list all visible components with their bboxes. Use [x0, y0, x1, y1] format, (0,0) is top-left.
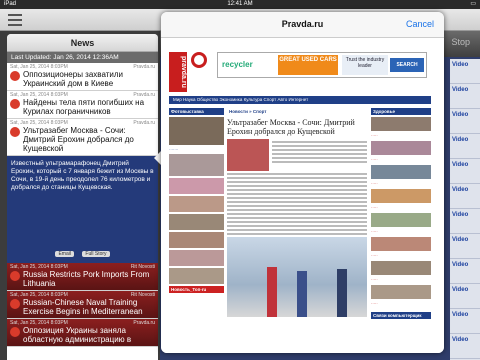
item-title: Russia Restricts Pork Imports From Lithu… [23, 270, 150, 288]
source-icon [10, 271, 20, 281]
video-item[interactable]: Video [450, 259, 480, 284]
logo-mark-icon [191, 52, 207, 68]
full-story-button[interactable]: Full Story [82, 251, 110, 257]
battery-icon: ▭ [470, 1, 476, 7]
right-column: Здоровье ····· ····· ····· ····· ····· ·… [371, 108, 431, 353]
video-item[interactable]: Video [450, 109, 480, 134]
source-icon [10, 327, 20, 337]
photo-thumb[interactable] [169, 154, 224, 176]
photo-thumb[interactable] [169, 178, 224, 194]
left-column: Фотовыставка ······· Новость_Топ-ru [169, 108, 224, 353]
ad-tagline: Trust the industry leader [342, 55, 388, 75]
email-button[interactable]: Email [55, 251, 74, 257]
thumb[interactable] [371, 165, 431, 179]
thumb[interactable] [371, 141, 431, 155]
item-summary: Известный ультрамарафонец Дмитрий Ерохин… [7, 156, 158, 242]
source-icon [10, 127, 20, 137]
thumb[interactable] [371, 117, 431, 131]
news-panel: News Last Updated: Jan 26, 2014 12:36AM … [7, 34, 158, 360]
video-list: Video Video Video Video Video Video Vide… [450, 59, 480, 360]
status-time: 12:41 AM [227, 1, 253, 7]
popover-header: Pravda.ru Cancel [161, 12, 444, 38]
source-icon [10, 299, 20, 309]
video-item[interactable]: Video [450, 159, 480, 184]
photo-caption: ······· [169, 147, 179, 152]
cancel-button[interactable]: Cancel [406, 19, 434, 29]
thumb[interactable] [371, 261, 431, 275]
section-heading: Здоровье [371, 108, 431, 115]
web-view[interactable]: pravda.ru recycler GREAT USED CARS Trust… [161, 38, 444, 353]
site-logo[interactable]: pravda.ru [169, 52, 187, 92]
video-item[interactable]: Video [450, 234, 480, 259]
status-bar: iPad 12:41 AM ▭ [0, 0, 480, 9]
section-heading: Фотовыставка [169, 108, 224, 115]
ad-headline: GREAT USED CARS [278, 55, 338, 75]
list-item[interactable]: Sat, Jan 25, 2014 8:03PM Pravda.ru Оппози… [7, 63, 158, 91]
item-title: Оппозиция Украины заняла областную админ… [23, 326, 132, 344]
source-icon [10, 71, 20, 81]
item-title: Russian-Chinese Naval Training Exercise … [23, 298, 143, 316]
article-column: Новости » Спорт Ультразабег Москва - Соч… [227, 108, 367, 353]
photo-thumb[interactable] [169, 268, 224, 284]
video-item[interactable]: Video [450, 134, 480, 159]
ad-banner[interactable]: recycler GREAT USED CARS Trust the indus… [217, 52, 427, 78]
last-updated: Last Updated: Jan 26, 2014 12:36AM [7, 52, 158, 63]
popover-title: Pravda.ru [281, 19, 324, 29]
site-nav[interactable]: Мир Наука Общество Экономика Культура Сп… [169, 96, 431, 104]
photo-thumb[interactable] [169, 232, 224, 248]
site-banner: pravda.ru recycler GREAT USED CARS Trust… [169, 52, 431, 92]
menu-icon[interactable] [8, 14, 22, 26]
source-icon [10, 99, 20, 109]
item-title: Найдены тела пяти погибших на Курилах по… [23, 98, 145, 116]
item-title: Оппозиционеры захватили Украинский дом в… [23, 70, 123, 88]
thumb[interactable] [371, 189, 431, 203]
video-item[interactable]: Video [450, 284, 480, 309]
section-heading: Новости » Спорт [227, 108, 367, 115]
section-heading: Связи компьютерщик [371, 312, 431, 319]
list-item[interactable]: Sat, Jan 25, 2014 8:03PM Rit Novosti Russ… [7, 291, 158, 319]
news-header: News [7, 34, 158, 52]
list-item[interactable]: Sat, Jan 25, 2014 8:03PM Pravda.ru Найден… [7, 91, 158, 119]
video-item[interactable]: Video [450, 209, 480, 234]
video-item[interactable]: Video [450, 84, 480, 109]
photo-thumb[interactable] [169, 117, 224, 145]
item-actions: Email Full Story [7, 242, 158, 263]
photo-thumb[interactable] [169, 214, 224, 230]
photo-thumb[interactable] [169, 196, 224, 212]
item-title: Ультразабег Москва - Сочи: Дмитрий Ерохи… [23, 126, 134, 153]
list-item-selected[interactable]: Sat, Jan 25, 2014 8:03PM Pravda.ru Ультра… [7, 119, 158, 156]
video-item[interactable]: Video [450, 184, 480, 209]
section-heading: Новость_Топ-ru [169, 286, 224, 293]
ad-brand: recycler [222, 60, 253, 69]
video-item[interactable]: Video [450, 59, 480, 84]
video-item[interactable]: Video [450, 334, 480, 359]
thumb[interactable] [371, 237, 431, 251]
list-item[interactable]: Sat, Jan 25, 2014 8:03PM Pravda.ru Оппози… [7, 319, 158, 347]
thumb[interactable] [371, 285, 431, 299]
article-title: Ультразабег Москва - Сочи: Дмитрий Ерохи… [227, 118, 355, 136]
photo-thumb[interactable] [169, 250, 224, 266]
article-image[interactable] [227, 139, 269, 171]
web-popover: Pravda.ru Cancel pravda.ru recycler GREA… [161, 12, 444, 353]
thumb[interactable] [371, 213, 431, 227]
article-photo[interactable] [227, 237, 367, 317]
video-item[interactable]: Video [450, 309, 480, 334]
list-item[interactable]: Sat, Jan 25, 2014 8:03PM Rit Novosti Russ… [7, 263, 158, 291]
stop-button[interactable]: Stop [451, 37, 470, 47]
ad-search-button[interactable]: SEARCH [390, 58, 424, 72]
